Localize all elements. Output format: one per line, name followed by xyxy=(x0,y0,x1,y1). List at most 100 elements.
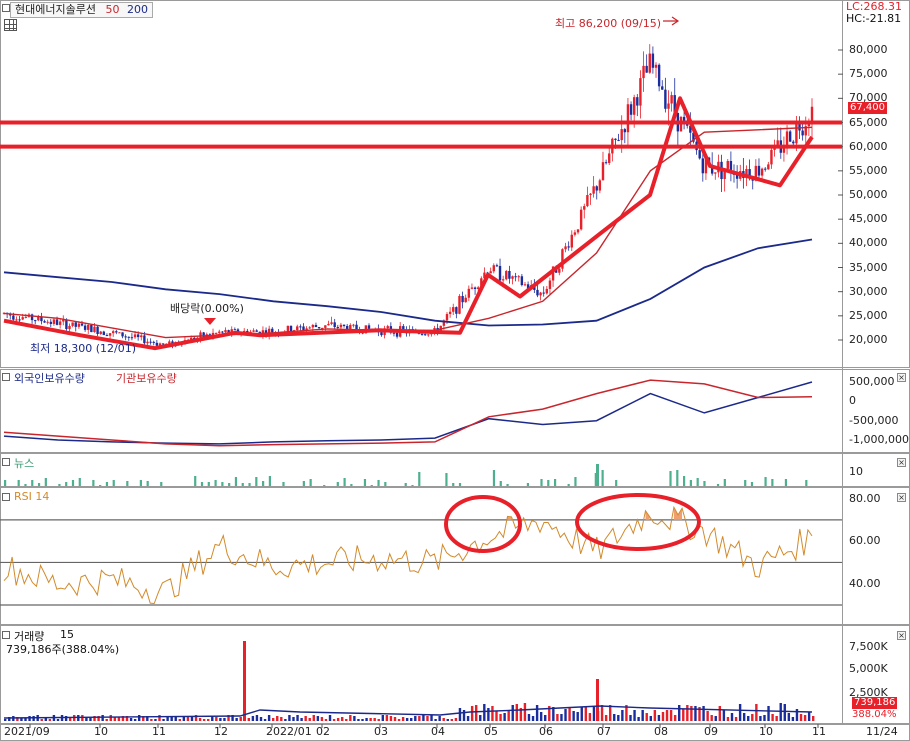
candle-body xyxy=(77,323,81,327)
volume-bar xyxy=(345,719,348,721)
news-bar xyxy=(92,480,95,486)
volume-bar xyxy=(495,711,498,721)
price-legend[interactable]: 현대에너지솔루션 50 200 xyxy=(10,2,153,18)
volume-bar xyxy=(572,711,575,721)
volume-bar xyxy=(812,716,815,721)
price-tick-label: 45,000 xyxy=(849,212,888,226)
news-bar xyxy=(682,476,686,486)
news-pane-menu-icon[interactable] xyxy=(2,458,10,466)
candle-body xyxy=(645,65,648,73)
candle-body xyxy=(24,316,28,318)
news-bar xyxy=(411,485,414,486)
holdings-pane-menu-icon[interactable] xyxy=(2,373,10,381)
volume-bar xyxy=(458,708,462,721)
candle-body xyxy=(333,322,336,328)
news-bar xyxy=(540,479,543,486)
volume-pane-menu-icon[interactable] xyxy=(2,631,10,639)
candle-body xyxy=(698,150,701,159)
news-bar xyxy=(547,480,550,486)
volume-bar xyxy=(795,709,799,721)
candle-body xyxy=(579,209,583,230)
candle-body xyxy=(71,322,74,326)
volume-bar xyxy=(726,717,730,721)
volume-period: 15 xyxy=(60,628,74,641)
volume-pane-close-icon[interactable]: × xyxy=(897,631,906,640)
candle-body xyxy=(642,65,645,79)
stock-name: 현대에너지솔루션 xyxy=(15,3,96,16)
candle-body xyxy=(520,276,524,286)
pane-menu-icon[interactable] xyxy=(2,4,10,12)
news-bar xyxy=(241,483,244,486)
candle-body xyxy=(776,140,779,145)
candle-body xyxy=(573,232,577,235)
volume-summary: 739,186주(388.04%) xyxy=(6,643,120,656)
candle-body xyxy=(271,328,274,333)
rsi-pane-menu-icon[interactable] xyxy=(2,493,10,501)
volume-bar xyxy=(316,716,320,721)
price-tick-label: 20,000 xyxy=(849,333,888,346)
rsi-pane-close-icon[interactable]: × xyxy=(897,493,906,502)
volume-bar xyxy=(617,715,620,721)
candle-body xyxy=(296,326,299,331)
x-tick-label: 04 xyxy=(431,725,445,738)
news-bar xyxy=(160,482,163,486)
candle-body xyxy=(49,321,52,324)
candle-body xyxy=(80,323,84,326)
volume-bar xyxy=(271,718,275,721)
volume-bar xyxy=(657,715,661,721)
volume-bar xyxy=(56,719,60,721)
volume-bar xyxy=(450,719,454,721)
candle-body xyxy=(620,129,623,141)
candle-body xyxy=(651,53,655,68)
volume-bar xyxy=(767,706,770,721)
news-bar xyxy=(370,485,373,486)
candle-body xyxy=(470,287,474,289)
x-axis-border xyxy=(0,724,910,741)
news-bar xyxy=(601,470,604,486)
news-bar xyxy=(669,471,672,486)
news-bar xyxy=(805,480,808,486)
x-tick-label: 2021/09 xyxy=(4,725,50,738)
volume-bar xyxy=(373,718,376,721)
volume-bar xyxy=(470,706,474,721)
news-bar xyxy=(126,481,129,486)
candle-body xyxy=(760,168,764,176)
candle-body xyxy=(498,265,502,281)
volume-bar xyxy=(454,718,458,721)
volume-bar xyxy=(613,714,616,721)
volume-bar xyxy=(182,717,186,721)
volume-bar xyxy=(507,710,510,721)
rsi-tick-label: 60.00 xyxy=(849,534,881,548)
candle-body xyxy=(458,296,461,314)
candle-body xyxy=(427,334,430,336)
volume-bar xyxy=(742,713,746,721)
news-pane-close-icon[interactable]: × xyxy=(897,458,906,467)
news-bar xyxy=(255,477,258,486)
volume-bar xyxy=(747,716,750,721)
news-bar xyxy=(377,480,380,486)
volume-bar xyxy=(722,710,726,721)
volume-bar xyxy=(284,719,287,721)
news-bar xyxy=(214,480,217,486)
candle-body xyxy=(467,288,471,298)
volume-bar xyxy=(133,719,137,721)
candle-body xyxy=(255,330,258,332)
grid-table-icon[interactable] xyxy=(4,19,17,31)
volume-bar xyxy=(678,705,681,721)
candle-body xyxy=(355,324,358,330)
volume-bar xyxy=(251,716,255,721)
volume-tick-label: 5,000K xyxy=(849,662,888,675)
candle-body xyxy=(701,158,705,174)
volume-bar xyxy=(515,704,518,721)
x-tick-label: 07 xyxy=(597,725,611,738)
candle-body xyxy=(464,297,467,303)
candle-body xyxy=(330,322,333,324)
volume-bar xyxy=(336,718,340,721)
volume-bar xyxy=(783,704,786,721)
volume-bar xyxy=(807,712,811,721)
price-tick-label: 70,000 xyxy=(849,91,888,105)
volume-bar xyxy=(215,717,218,721)
holdings-pane-close-icon[interactable]: × xyxy=(897,373,906,382)
volume-bar xyxy=(791,717,795,721)
volume-bar xyxy=(462,710,466,721)
